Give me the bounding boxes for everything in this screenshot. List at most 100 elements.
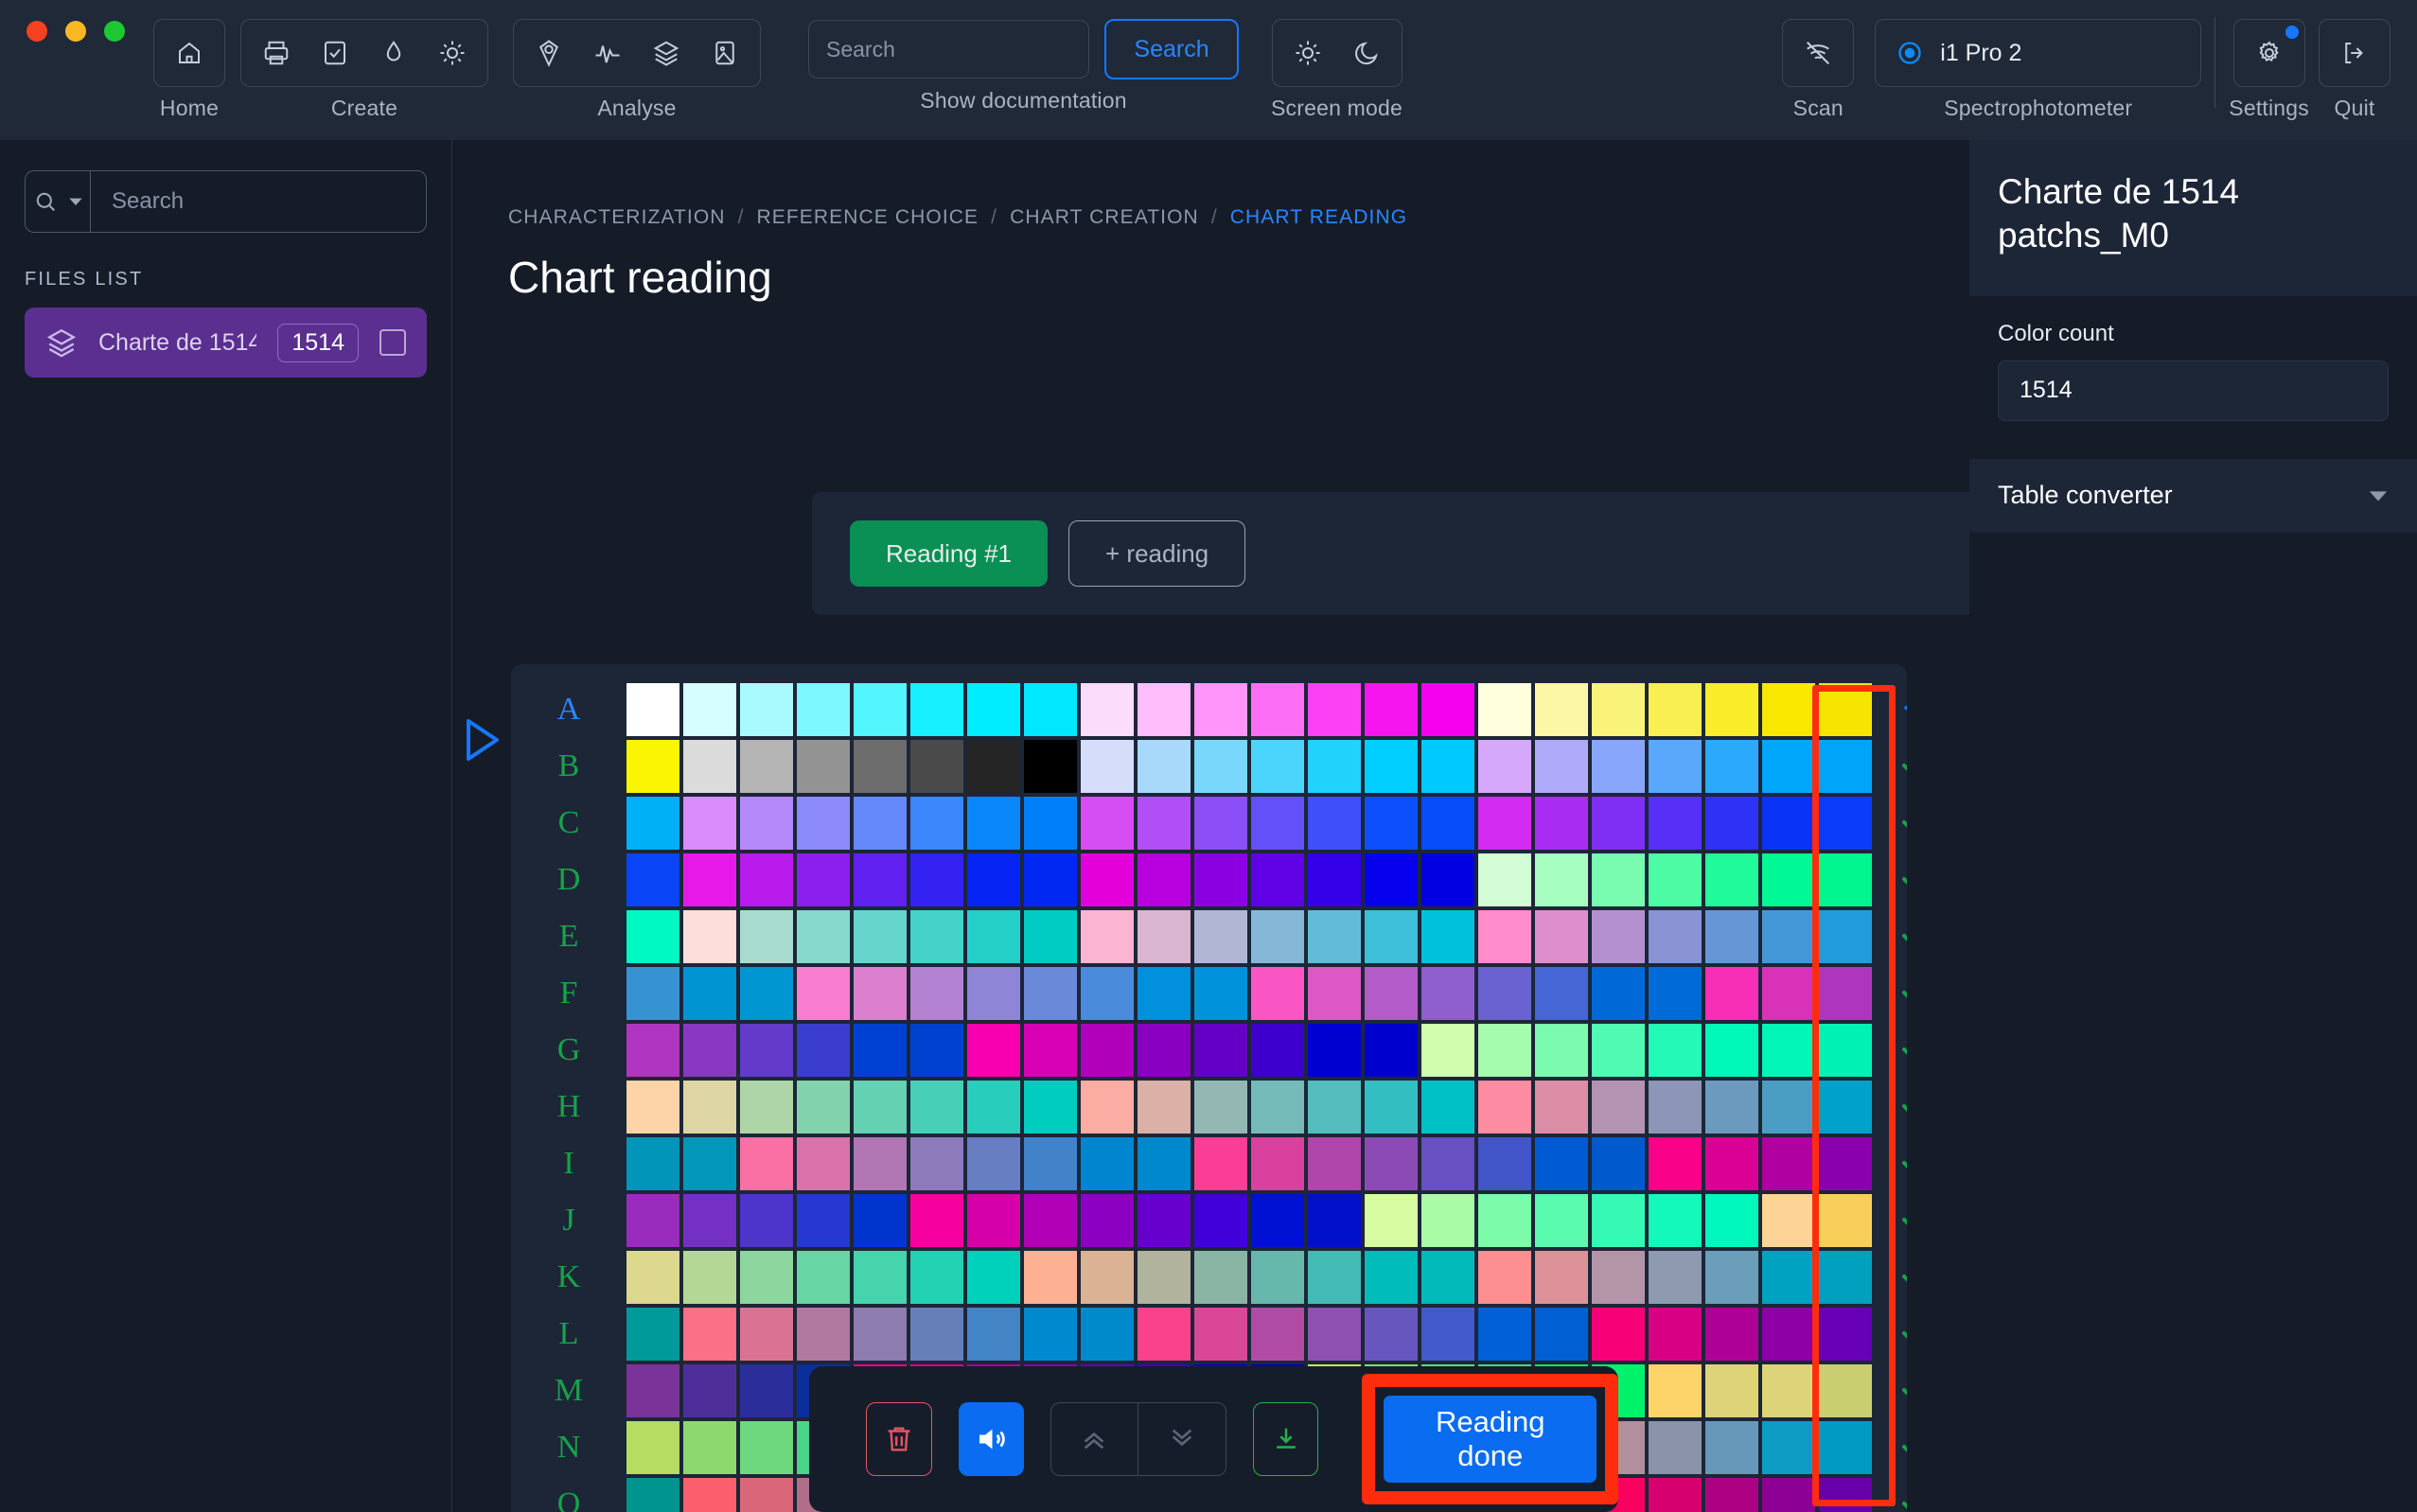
breadcrumb-item-characterization[interactable]: CHARACTERIZATION — [508, 206, 726, 229]
chart-patch[interactable] — [1535, 1081, 1588, 1134]
chart-patch[interactable] — [740, 797, 793, 850]
chart-patch[interactable] — [910, 1251, 963, 1304]
chart-patch[interactable] — [1024, 1024, 1077, 1077]
chart-patch[interactable] — [967, 740, 1020, 793]
chart-patch[interactable] — [1024, 853, 1077, 906]
chart-patch[interactable] — [854, 1194, 907, 1247]
chart-patch[interactable] — [1649, 1194, 1702, 1247]
chart-patch[interactable] — [910, 967, 963, 1020]
chart-patch[interactable] — [1705, 1194, 1758, 1247]
reading-done-button[interactable]: Reading done — [1384, 1396, 1597, 1483]
chart-patch[interactable] — [1081, 910, 1134, 963]
chart-patch[interactable] — [1705, 1421, 1758, 1474]
chart-patch[interactable] — [1024, 1081, 1077, 1134]
chart-patch[interactable] — [1251, 853, 1304, 906]
chart-patch[interactable] — [1024, 1308, 1077, 1361]
chart-patch[interactable] — [1365, 967, 1418, 1020]
chart-patch[interactable] — [1649, 1308, 1702, 1361]
chart-patch[interactable] — [1081, 740, 1134, 793]
chart-patch[interactable] — [797, 1137, 850, 1190]
chart-patch[interactable] — [1308, 910, 1361, 963]
chart-patch[interactable] — [967, 1081, 1020, 1134]
chart-patch[interactable] — [1194, 967, 1247, 1020]
chart-patch[interactable] — [1308, 853, 1361, 906]
chart-patch[interactable] — [1194, 1081, 1247, 1134]
chart-patch[interactable] — [1421, 740, 1474, 793]
chart-patch[interactable] — [1592, 1024, 1645, 1077]
chart-patch[interactable] — [1024, 910, 1077, 963]
chart-patch[interactable] — [1478, 1081, 1531, 1134]
moon-icon[interactable] — [1337, 24, 1396, 82]
chart-patch[interactable] — [1649, 910, 1702, 963]
chart-patch[interactable] — [683, 1364, 736, 1417]
chart-patch[interactable] — [797, 1308, 850, 1361]
chart-patch[interactable] — [1308, 1081, 1361, 1134]
chart-patch[interactable] — [1762, 853, 1815, 906]
chart-patch[interactable] — [967, 1137, 1020, 1190]
chart-patch[interactable] — [683, 1194, 736, 1247]
chart-patch[interactable] — [740, 1137, 793, 1190]
chart-patch[interactable] — [910, 1308, 963, 1361]
layers-icon[interactable] — [637, 24, 696, 82]
chart-patch[interactable] — [1819, 853, 1872, 906]
chart-patch[interactable] — [1535, 1024, 1588, 1077]
chart-patch[interactable] — [1251, 967, 1304, 1020]
chart-patch[interactable] — [1592, 967, 1645, 1020]
chart-patch[interactable] — [1024, 1251, 1077, 1304]
chart-patch[interactable] — [1194, 797, 1247, 850]
home-icon[interactable] — [160, 24, 219, 82]
chart-patch[interactable] — [967, 1024, 1020, 1077]
documentation-search-input[interactable] — [808, 20, 1089, 79]
chart-patch[interactable] — [1819, 683, 1872, 736]
chart-patch[interactable] — [1592, 797, 1645, 850]
chart-patch[interactable] — [1308, 1251, 1361, 1304]
chart-patch[interactable] — [1478, 1137, 1531, 1190]
chart-patch[interactable] — [1705, 1364, 1758, 1417]
chart-patch[interactable] — [910, 740, 963, 793]
chart-patch[interactable] — [1762, 1251, 1815, 1304]
chart-row-b[interactable]: B — [511, 740, 1907, 793]
chart-patch[interactable] — [1649, 1251, 1702, 1304]
chart-patch[interactable] — [1251, 910, 1304, 963]
chart-patch[interactable] — [1592, 740, 1645, 793]
chart-patch[interactable] — [1365, 740, 1418, 793]
chart-patch[interactable] — [1308, 967, 1361, 1020]
chart-patch[interactable] — [1081, 1081, 1134, 1134]
chart-patch[interactable] — [1421, 1024, 1474, 1077]
chart-patch[interactable] — [1251, 1137, 1304, 1190]
sidebar-search-input[interactable] — [91, 171, 426, 232]
chart-patch[interactable] — [1365, 1081, 1418, 1134]
chart-patch[interactable] — [1194, 1251, 1247, 1304]
chart-patch[interactable] — [910, 797, 963, 850]
chart-patch[interactable] — [967, 967, 1020, 1020]
chart-patch[interactable] — [797, 910, 850, 963]
chart-patch[interactable] — [1762, 1364, 1815, 1417]
chart-patch[interactable] — [740, 1251, 793, 1304]
chart-patch[interactable] — [910, 1194, 963, 1247]
chart-patch[interactable] — [1705, 1478, 1758, 1512]
brightness-icon[interactable] — [423, 24, 482, 82]
chart-patch[interactable] — [1251, 797, 1304, 850]
chart-row-k[interactable]: K — [511, 1251, 1907, 1304]
chart-patch[interactable] — [626, 797, 679, 850]
chart-patch[interactable] — [854, 1024, 907, 1077]
chart-patch[interactable] — [1421, 967, 1474, 1020]
chart-patch[interactable] — [910, 1024, 963, 1077]
chart-patch[interactable] — [1535, 740, 1588, 793]
chart-patch[interactable] — [854, 853, 907, 906]
chart-patch[interactable] — [797, 740, 850, 793]
chart-patch[interactable] — [1024, 967, 1077, 1020]
chart-patch[interactable] — [1081, 967, 1134, 1020]
chart-patch[interactable] — [1762, 1081, 1815, 1134]
chart-patch[interactable] — [1819, 1364, 1872, 1417]
chart-patch[interactable] — [1762, 1478, 1815, 1512]
chart-patch[interactable] — [1194, 1308, 1247, 1361]
close-window-button[interactable] — [26, 21, 47, 42]
chart-patch[interactable] — [1308, 1137, 1361, 1190]
chart-patch[interactable] — [797, 797, 850, 850]
chart-patch[interactable] — [626, 740, 679, 793]
chart-patch[interactable] — [1365, 1308, 1418, 1361]
zoom-window-button[interactable] — [104, 21, 125, 42]
chart-patch[interactable] — [1819, 1478, 1872, 1512]
chart-patch[interactable] — [1081, 1251, 1134, 1304]
